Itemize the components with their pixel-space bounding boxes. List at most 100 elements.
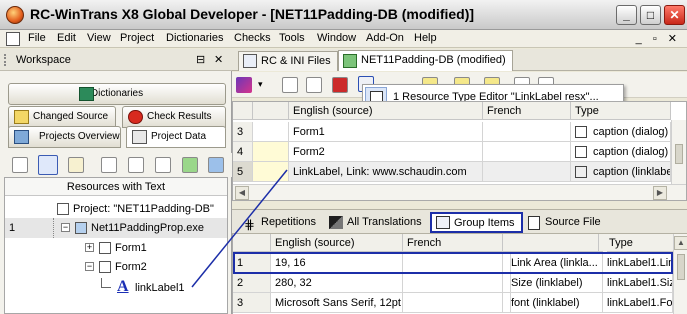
resource-icon[interactable] (332, 77, 348, 93)
tree-form2-row[interactable]: − Form2 (5, 257, 227, 277)
row-status (253, 122, 289, 142)
tab-repetitions[interactable]: ⋕ Repetitions (238, 212, 323, 233)
linklabel-label: linkLabel1 (135, 282, 185, 294)
column-header-french[interactable]: French (403, 234, 503, 252)
collapse-toggle[interactable]: − (85, 262, 94, 271)
row-number: 3 (233, 293, 271, 313)
close-button[interactable]: ✕ (664, 5, 685, 25)
column-header-english[interactable]: English (source) (271, 234, 403, 252)
tab-rc-label: RC & INI Files (261, 55, 331, 67)
french-cell[interactable] (483, 162, 571, 182)
tab-db-label: NET11Padding-DB (modified) (361, 54, 506, 66)
project-data-button[interactable]: Project Data (126, 126, 226, 148)
expand-toggle[interactable]: + (85, 243, 94, 252)
french-cell[interactable] (403, 273, 503, 293)
bottom-tabs: ⋕ Repetitions All Translations Group Ite… (232, 209, 687, 234)
spellcheck-icon[interactable] (155, 157, 171, 173)
english-cell[interactable]: 280, 32 (271, 273, 403, 293)
english-cell[interactable]: Microsoft Sans Serif, 12pt (271, 293, 403, 313)
column-header-type[interactable]: Type (571, 102, 671, 120)
caption-icon (575, 126, 587, 138)
vertical-scrollbar[interactable]: ▲ (673, 234, 687, 314)
tab-rc-ini-files[interactable]: RC & INI Files (238, 51, 338, 71)
english-cell[interactable]: LinkLabel, Link: www.schaudin.com (289, 162, 483, 182)
projects-overview-label: Projects Overview (39, 131, 120, 142)
minimize-button[interactable]: _ (616, 5, 637, 25)
properties-icon[interactable] (12, 157, 28, 173)
form1-label: Form1 (115, 242, 147, 254)
french-cell[interactable] (483, 142, 571, 162)
english-cell[interactable]: Form1 (289, 122, 483, 142)
scroll-up-button[interactable]: ▲ (674, 236, 687, 250)
grid-corner (233, 234, 271, 252)
document-icon[interactable] (282, 77, 298, 93)
exe-icon (75, 222, 87, 234)
panel-close-icon[interactable]: ✕ (214, 53, 223, 66)
tab-all-translations[interactable]: All Translations (324, 212, 429, 233)
tree-file-row[interactable]: 1 − Net11PaddingProp.exe (5, 218, 227, 238)
window-title: RC-WinTrans X8 Global Developer - [NET11… (30, 6, 475, 22)
vertical-scrollbar[interactable] (671, 120, 686, 184)
scroll-thumb[interactable] (675, 144, 683, 164)
menu-window[interactable]: Window (317, 32, 356, 44)
workspace-toolbar (0, 153, 232, 177)
french-cell[interactable] (483, 122, 571, 142)
check-results-button[interactable]: Check Results (122, 106, 226, 128)
tab-source-file[interactable]: Source File (522, 212, 608, 233)
workspace-title: Workspace (16, 54, 71, 66)
menu-edit[interactable]: Edit (57, 32, 76, 44)
row-index: 1 (9, 222, 16, 234)
green-check-icon[interactable] (182, 157, 198, 173)
menu-help[interactable]: Help (414, 32, 437, 44)
check-results-label: Check Results (147, 111, 212, 122)
document-menu-icon[interactable] (6, 32, 20, 46)
tree-form1-row[interactable]: + Form1 (5, 238, 227, 258)
selected-row-highlight (233, 252, 673, 274)
menu-file[interactable]: File (28, 32, 46, 44)
tab-group-items-label: Group Items (454, 217, 515, 229)
collapse-toggle[interactable]: − (61, 223, 70, 232)
layout-icon[interactable] (128, 157, 144, 173)
scroll-right-button[interactable]: ▶ (653, 186, 667, 200)
dictionaries-button[interactable]: Dictionaries (8, 83, 226, 105)
pin-icon[interactable]: ⊟ (196, 53, 205, 66)
french-cell[interactable] (403, 293, 503, 313)
overview-icon (14, 130, 29, 144)
menu-view[interactable]: View (87, 32, 111, 44)
menu-dictionaries[interactable]: Dictionaries (166, 32, 223, 44)
horizontal-scrollbar[interactable]: ◀ ▶ (233, 184, 686, 200)
form-view-icon[interactable] (306, 77, 322, 93)
menu-checks[interactable]: Checks (234, 32, 271, 44)
maximize-button[interactable]: □ (640, 5, 661, 25)
document-tabs: RC & INI Files NET11Padding-DB (modified… (232, 49, 687, 71)
english-cell[interactable]: Form2 (289, 142, 483, 162)
project-data-label: Project Data (151, 131, 207, 142)
group-items-grid: English (source) French Type 1 19, 16 A … (232, 234, 687, 314)
tab-group-items[interactable]: Group Items (430, 212, 523, 233)
dropdown-arrow-icon[interactable]: ▾ (258, 79, 263, 90)
tree-header: Resources with Text (5, 178, 227, 196)
column-header-english[interactable]: English (source) (289, 102, 483, 120)
edit-tool-icon[interactable] (236, 77, 252, 93)
dictionaries-label: Dictionaries (90, 88, 144, 99)
view-icon[interactable] (101, 157, 117, 173)
filter-icon[interactable] (68, 157, 84, 173)
tree-project-row[interactable]: Project: "NET11Padding-DB" (5, 199, 227, 219)
type-cell: Size (linklabel) (511, 273, 603, 293)
column-header-french[interactable]: French (483, 102, 571, 120)
abc-filter-icon[interactable] (38, 155, 58, 175)
tree-linklabel-row[interactable]: A linkLabel1 (5, 278, 227, 298)
menu-tools[interactable]: Tools (279, 32, 305, 44)
menu-add-on[interactable]: Add-On (366, 32, 404, 44)
form-icon (99, 242, 111, 254)
changed-source-button[interactable]: Changed Source (8, 106, 116, 128)
projects-overview-button[interactable]: Projects Overview (8, 126, 121, 148)
scroll-thumb[interactable] (677, 254, 685, 280)
row-number: 3 (233, 122, 253, 142)
scroll-left-button[interactable]: ◀ (235, 186, 249, 200)
tab-net11padding-db[interactable]: NET11Padding-DB (modified) (338, 50, 513, 71)
mdi-controls[interactable]: _ ▫ ✕ (636, 32, 681, 45)
menu-project[interactable]: Project (120, 32, 154, 44)
row-status (253, 142, 289, 162)
export-icon[interactable] (208, 157, 224, 173)
